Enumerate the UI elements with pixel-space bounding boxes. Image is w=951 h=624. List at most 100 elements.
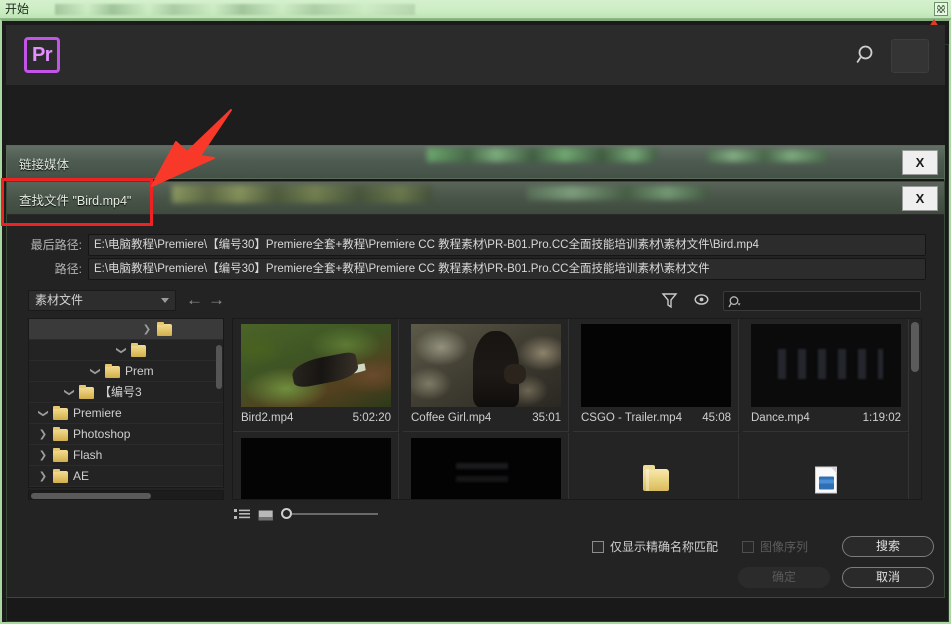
tree-row[interactable]: ❯ bbox=[29, 340, 223, 361]
tree-row[interactable]: ❯ 3Dmax bbox=[29, 487, 223, 488]
tree-row[interactable]: ❯ Photoshop bbox=[29, 424, 223, 445]
blurred-background-text bbox=[427, 148, 657, 162]
filter-funnel-icon[interactable] bbox=[661, 291, 678, 309]
chevron-right-icon[interactable]: ❯ bbox=[37, 466, 49, 487]
link-media-dialog: 链接媒体 X bbox=[6, 145, 945, 179]
thumbnail-preview bbox=[411, 324, 561, 407]
tree-row-label: Flash bbox=[73, 445, 102, 466]
location-dropdown[interactable]: 素材文件 bbox=[28, 290, 176, 311]
file-caption: CSGO - Trailer.mp445:08 bbox=[581, 411, 731, 425]
taskbar-blurred-items bbox=[55, 4, 415, 15]
exact-name-match-label: 仅显示精确名称匹配 bbox=[610, 538, 718, 555]
blurred-background-text-3 bbox=[172, 185, 432, 203]
eye-icon[interactable] bbox=[693, 291, 711, 309]
last-path-value[interactable]: E:\电脑教程\Premiere\【编号30】Premiere全套+教程\Pre… bbox=[88, 234, 926, 256]
tree-vertical-scrollbar[interactable] bbox=[216, 345, 222, 389]
tree-row-label: 3Dmax bbox=[73, 487, 111, 488]
image-sequence-label: 图像序列 bbox=[760, 538, 808, 555]
file-thumbnail-cell[interactable] bbox=[403, 433, 569, 500]
chevron-right-icon[interactable]: ❯ bbox=[37, 424, 49, 445]
thumbnail-view-icon[interactable] bbox=[258, 509, 274, 523]
file-thumbnail-cell[interactable]: Coffee Girl.mp4 35:01 bbox=[403, 319, 569, 432]
thumbnail-size-slider-track[interactable] bbox=[292, 513, 378, 515]
exact-name-match-checkbox[interactable] bbox=[592, 541, 604, 553]
file-thumbnail-cell[interactable] bbox=[573, 433, 739, 500]
premiere-logo: Pr bbox=[24, 37, 60, 73]
chevron-down-icon[interactable]: ❯ bbox=[59, 387, 80, 399]
locate-file-titlebar[interactable]: 查找文件 "Bird.mp4" X bbox=[7, 182, 944, 215]
folder-icon bbox=[157, 324, 172, 336]
ok-button: 确定 bbox=[738, 567, 830, 588]
chevron-down-icon[interactable]: ❯ bbox=[33, 408, 54, 420]
folder-icon bbox=[643, 469, 669, 491]
tree-row[interactable]: ❯ Flash bbox=[29, 445, 223, 466]
chevron-down-icon[interactable]: ❯ bbox=[111, 345, 132, 357]
file-thumbnail-cell[interactable] bbox=[743, 433, 909, 500]
thumbnail-image bbox=[411, 438, 561, 500]
thumbnail-preview bbox=[241, 324, 391, 407]
start-button[interactable]: 开始 bbox=[5, 1, 29, 18]
chevron-right-icon[interactable]: ❯ bbox=[37, 487, 49, 488]
file-duration: 35:01 bbox=[532, 411, 561, 425]
search-icon bbox=[728, 295, 742, 309]
file-caption: Dance.mp41:19:02 bbox=[751, 411, 901, 425]
image-sequence-checkbox bbox=[742, 541, 754, 553]
folder-tree[interactable]: ❯❯❯Prem❯【编号3❯Premiere❯Photoshop❯Flash❯AE… bbox=[28, 318, 224, 488]
tree-row[interactable]: ❯ AE bbox=[29, 466, 223, 487]
chevron-right-icon[interactable]: ❯ bbox=[37, 445, 49, 466]
video-file-icon bbox=[815, 467, 837, 494]
file-thumbnail-cell[interactable]: Bird2.mp45:02:20 bbox=[233, 319, 399, 432]
file-name: Bird2.mp4 bbox=[241, 411, 293, 425]
forward-arrow-icon[interactable]: → bbox=[208, 291, 225, 309]
grid-vertical-scrollbar[interactable] bbox=[911, 322, 919, 372]
thumbnail-size-slider-knob[interactable] bbox=[281, 508, 292, 519]
thumbnail-image bbox=[751, 324, 901, 407]
locate-file-title: 查找文件 "Bird.mp4" bbox=[19, 190, 131, 209]
chevron-down-icon[interactable]: ❯ bbox=[85, 366, 106, 378]
tree-row[interactable]: ❯【编号3 bbox=[29, 382, 223, 403]
file-thumbnail-cell[interactable] bbox=[233, 433, 399, 500]
back-arrow-icon[interactable]: ← bbox=[186, 291, 203, 309]
thumbnail-image bbox=[581, 324, 731, 407]
tree-horizontal-scrollbar[interactable] bbox=[28, 490, 224, 500]
screen: 开始 Pr 链接媒体 X 查找文件 "Bird.mp4" bbox=[0, 0, 951, 624]
link-media-close-button[interactable]: X bbox=[902, 150, 938, 175]
thumbnail-preview bbox=[241, 438, 391, 500]
search-input[interactable] bbox=[723, 291, 921, 311]
cancel-button[interactable]: 取消 bbox=[842, 567, 934, 588]
thumbnail-image bbox=[411, 324, 561, 407]
search-icon[interactable] bbox=[855, 43, 879, 67]
tree-row-label: AE bbox=[73, 466, 89, 487]
premiere-header: Pr bbox=[6, 25, 945, 85]
chevron-down-icon bbox=[161, 298, 169, 303]
file-name: Coffee Girl.mp4 bbox=[411, 411, 491, 425]
folder-icon bbox=[79, 387, 94, 399]
file-duration: 1:19:02 bbox=[863, 411, 901, 425]
file-thumbnail-cell[interactable]: Dance.mp41:19:02 bbox=[743, 319, 909, 432]
list-view-icon[interactable] bbox=[234, 508, 250, 522]
windows-taskbar: 开始 bbox=[0, 0, 951, 19]
search-button[interactable]: 搜索 bbox=[842, 536, 934, 557]
tree-row[interactable]: ❯ bbox=[29, 319, 223, 340]
last-path-label: 最后路径: bbox=[0, 234, 82, 256]
path-value[interactable]: E:\电脑教程\Premiere\【编号30】Premiere全套+教程\Pre… bbox=[88, 258, 926, 280]
restore-window-button[interactable] bbox=[934, 2, 948, 16]
tree-row[interactable]: ❯ Prem bbox=[29, 361, 223, 382]
file-thumbnail-cell[interactable]: CSGO - Trailer.mp445:08 bbox=[573, 319, 739, 432]
file-thumbnail-grid[interactable]: Dance.mp41:19:02 CSGO - Trailer.mp445:08 C… bbox=[232, 318, 922, 500]
path-label: 路径: bbox=[0, 258, 82, 280]
blurred-background-text-4 bbox=[527, 186, 707, 200]
folder-icon bbox=[131, 345, 146, 357]
folder-icon bbox=[53, 450, 68, 462]
locate-file-close-button[interactable]: X bbox=[902, 186, 938, 211]
thumbnail-image bbox=[241, 438, 391, 500]
folder-icon bbox=[53, 471, 68, 483]
thumbnail-preview bbox=[581, 324, 731, 407]
tree-row[interactable]: ❯Premiere bbox=[29, 403, 223, 424]
link-media-titlebar[interactable]: 链接媒体 X bbox=[6, 145, 945, 179]
chevron-right-icon[interactable]: ❯ bbox=[141, 319, 153, 340]
tree-row-label: Photoshop bbox=[73, 424, 130, 445]
tree-horizontal-scroll-thumb[interactable] bbox=[31, 493, 151, 499]
workspace-button[interactable] bbox=[891, 39, 929, 73]
tree-row-label: Prem bbox=[125, 361, 154, 382]
